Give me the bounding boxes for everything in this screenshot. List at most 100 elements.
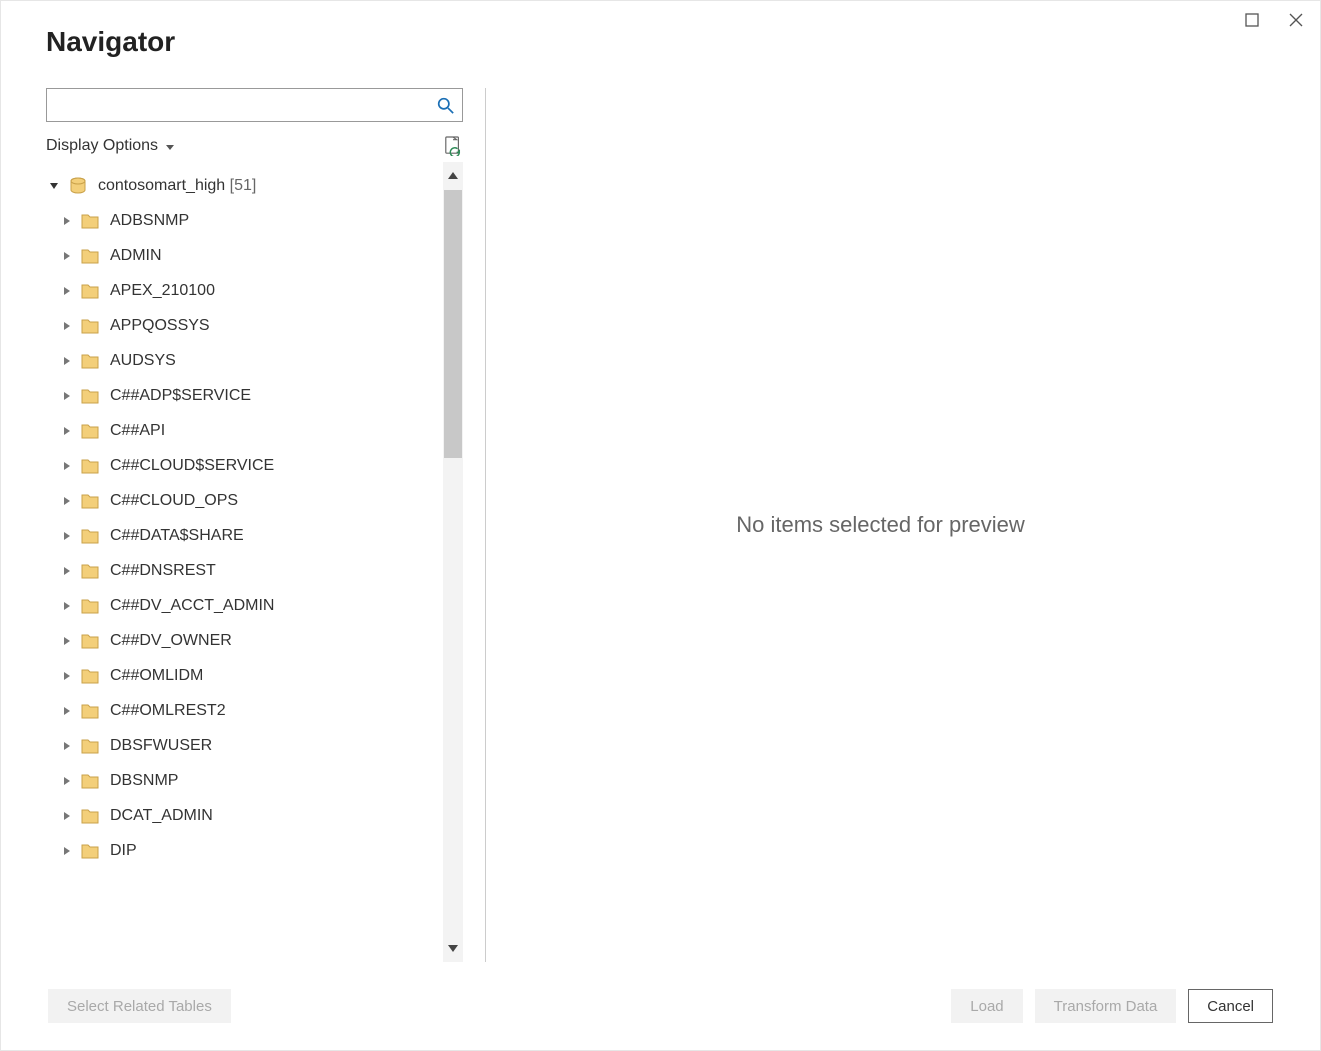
- tree-item[interactable]: C##ADP$SERVICE: [46, 378, 443, 413]
- close-icon[interactable]: [1287, 11, 1305, 29]
- display-options-dropdown[interactable]: Display Options: [46, 137, 174, 155]
- expand-icon[interactable]: [64, 672, 70, 680]
- schema-tree: contosomart_high [51] ADBSNMP ADMIN APEX_2…: [46, 162, 443, 868]
- folder-icon: [80, 352, 100, 370]
- transform-data-button[interactable]: Transform Data: [1035, 989, 1177, 1023]
- expand-icon[interactable]: [64, 252, 70, 260]
- expand-icon[interactable]: [64, 602, 70, 610]
- folder-icon: [80, 282, 100, 300]
- tree-item-label: C##DV_OWNER: [110, 632, 232, 650]
- dialog-footer: Select Related Tables Load Transform Dat…: [46, 962, 1275, 1050]
- tree-item[interactable]: APPQOSSYS: [46, 308, 443, 343]
- refresh-icon[interactable]: [443, 136, 463, 156]
- cancel-button[interactable]: Cancel: [1188, 989, 1273, 1023]
- folder-icon: [80, 527, 100, 545]
- expand-icon[interactable]: [64, 707, 70, 715]
- expand-icon[interactable]: [64, 777, 70, 785]
- expand-icon[interactable]: [64, 462, 70, 470]
- folder-icon: [80, 737, 100, 755]
- collapse-icon[interactable]: [50, 183, 58, 189]
- tree-container: contosomart_high [51] ADBSNMP ADMIN APEX_2…: [46, 162, 463, 962]
- expand-icon[interactable]: [64, 357, 70, 365]
- scroll-up-icon[interactable]: [443, 162, 463, 190]
- tree-item-label: C##DNSREST: [110, 562, 216, 580]
- folder-icon: [80, 317, 100, 335]
- expand-icon[interactable]: [64, 287, 70, 295]
- tree-item-label: C##DATA$SHARE: [110, 527, 244, 545]
- tree-root-label: contosomart_high: [98, 177, 225, 195]
- tree-item[interactable]: DCAT_ADMIN: [46, 798, 443, 833]
- dialog-body: Display Options: [46, 88, 1275, 962]
- tree-scrollbar[interactable]: [443, 162, 463, 962]
- preview-empty-message: No items selected for preview: [736, 512, 1025, 538]
- folder-icon: [80, 597, 100, 615]
- tree-item[interactable]: DBSNMP: [46, 763, 443, 798]
- expand-icon[interactable]: [64, 567, 70, 575]
- tree-item-label: APPQOSSYS: [110, 317, 210, 335]
- tree-item[interactable]: C##OMLREST2: [46, 693, 443, 728]
- tree-item-label: DBSFWUSER: [110, 737, 212, 755]
- expand-icon[interactable]: [64, 497, 70, 505]
- tree-item-label: C##ADP$SERVICE: [110, 387, 251, 405]
- tree-item-label: C##OMLIDM: [110, 667, 203, 685]
- tree-item[interactable]: DIP: [46, 833, 443, 868]
- tree-root-count: [51]: [230, 177, 257, 195]
- scrollbar-track[interactable]: [443, 190, 463, 934]
- tree-item-label: APEX_210100: [110, 282, 215, 300]
- scroll-down-icon[interactable]: [443, 934, 463, 962]
- database-icon: [68, 177, 88, 195]
- tree-item-label: ADMIN: [110, 247, 162, 265]
- tree-scroll-area[interactable]: contosomart_high [51] ADBSNMP ADMIN APEX_2…: [46, 162, 443, 962]
- tree-item-label: AUDSYS: [110, 352, 176, 370]
- tree-item-label: DCAT_ADMIN: [110, 807, 213, 825]
- folder-icon: [80, 247, 100, 265]
- folder-icon: [80, 807, 100, 825]
- expand-icon[interactable]: [64, 812, 70, 820]
- select-related-tables-button[interactable]: Select Related Tables: [48, 989, 231, 1023]
- tree-item[interactable]: C##DATA$SHARE: [46, 518, 443, 553]
- tree-item[interactable]: C##API: [46, 413, 443, 448]
- options-row: Display Options: [46, 136, 463, 156]
- folder-icon: [80, 772, 100, 790]
- dialog-content: Navigator Display Options: [46, 26, 1275, 1050]
- folder-icon: [80, 387, 100, 405]
- folder-icon: [80, 562, 100, 580]
- expand-icon[interactable]: [64, 392, 70, 400]
- expand-icon[interactable]: [64, 322, 70, 330]
- search-input[interactable]: [47, 89, 428, 121]
- tree-item[interactable]: C##DV_ACCT_ADMIN: [46, 588, 443, 623]
- expand-icon[interactable]: [64, 742, 70, 750]
- tree-item[interactable]: C##CLOUD_OPS: [46, 483, 443, 518]
- folder-icon: [80, 492, 100, 510]
- tree-item[interactable]: C##DNSREST: [46, 553, 443, 588]
- tree-item[interactable]: C##OMLIDM: [46, 658, 443, 693]
- load-button[interactable]: Load: [951, 989, 1022, 1023]
- folder-icon: [80, 667, 100, 685]
- tree-item-label: DIP: [110, 842, 137, 860]
- tree-root-node[interactable]: contosomart_high [51]: [46, 168, 443, 203]
- expand-icon[interactable]: [64, 217, 70, 225]
- tree-item[interactable]: DBSFWUSER: [46, 728, 443, 763]
- search-icon[interactable]: [428, 89, 462, 121]
- search-box[interactable]: [46, 88, 463, 122]
- tree-item-label: C##API: [110, 422, 165, 440]
- expand-icon[interactable]: [64, 532, 70, 540]
- navigator-dialog: Navigator Display Options: [0, 0, 1321, 1051]
- tree-item-label: DBSNMP: [110, 772, 178, 790]
- expand-icon[interactable]: [64, 427, 70, 435]
- tree-item[interactable]: APEX_210100: [46, 273, 443, 308]
- chevron-down-icon: [166, 145, 174, 150]
- tree-item[interactable]: C##DV_OWNER: [46, 623, 443, 658]
- tree-item-label: ADBSNMP: [110, 212, 189, 230]
- tree-item[interactable]: C##CLOUD$SERVICE: [46, 448, 443, 483]
- scrollbar-thumb[interactable]: [444, 190, 462, 458]
- expand-icon[interactable]: [64, 637, 70, 645]
- folder-icon: [80, 842, 100, 860]
- display-options-label: Display Options: [46, 137, 158, 155]
- tree-item[interactable]: AUDSYS: [46, 343, 443, 378]
- expand-icon[interactable]: [64, 847, 70, 855]
- tree-item[interactable]: ADBSNMP: [46, 203, 443, 238]
- tree-item[interactable]: ADMIN: [46, 238, 443, 273]
- folder-icon: [80, 632, 100, 650]
- preview-pane: No items selected for preview: [486, 88, 1275, 962]
